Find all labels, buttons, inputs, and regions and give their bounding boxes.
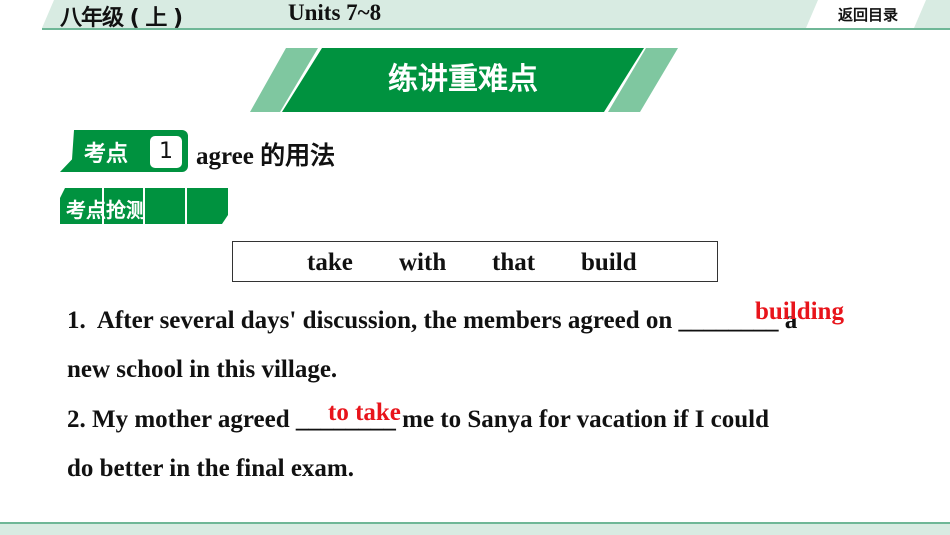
word-option: with — [399, 249, 447, 276]
question-1-line-2: new school in this village. — [67, 356, 338, 383]
word-option: that — [492, 249, 536, 276]
back-to-contents-button[interactable]: 返回目录 — [806, 0, 926, 28]
tag-separator — [185, 188, 187, 224]
grade-label: 八年级 ( 上 ) — [60, 6, 183, 31]
question-2-answer: to take — [328, 399, 401, 426]
question-1-answer: building — [755, 298, 844, 325]
word-option: take — [307, 249, 353, 276]
footer-bar — [0, 522, 950, 535]
point-title: agree 的用法 — [196, 143, 336, 170]
tag-separator — [102, 188, 104, 224]
units-label: Units 7~8 — [288, 0, 382, 25]
practice-label: 考点抢测 — [66, 198, 146, 222]
point-number: 1 — [150, 136, 182, 168]
word-option: build — [581, 249, 637, 276]
word-box — [232, 241, 718, 282]
question-2-line-2: do better in the final exam. — [67, 455, 355, 482]
point-label: 考点 — [84, 142, 129, 167]
question-1-line-1: 1. After several days' discussion, the m… — [67, 307, 798, 334]
section-banner: 练讲重难点 — [282, 48, 644, 112]
question-2-line-1: 2. My mother agreed ________ me to Sanya… — [67, 406, 770, 433]
tag-separator — [143, 188, 145, 224]
